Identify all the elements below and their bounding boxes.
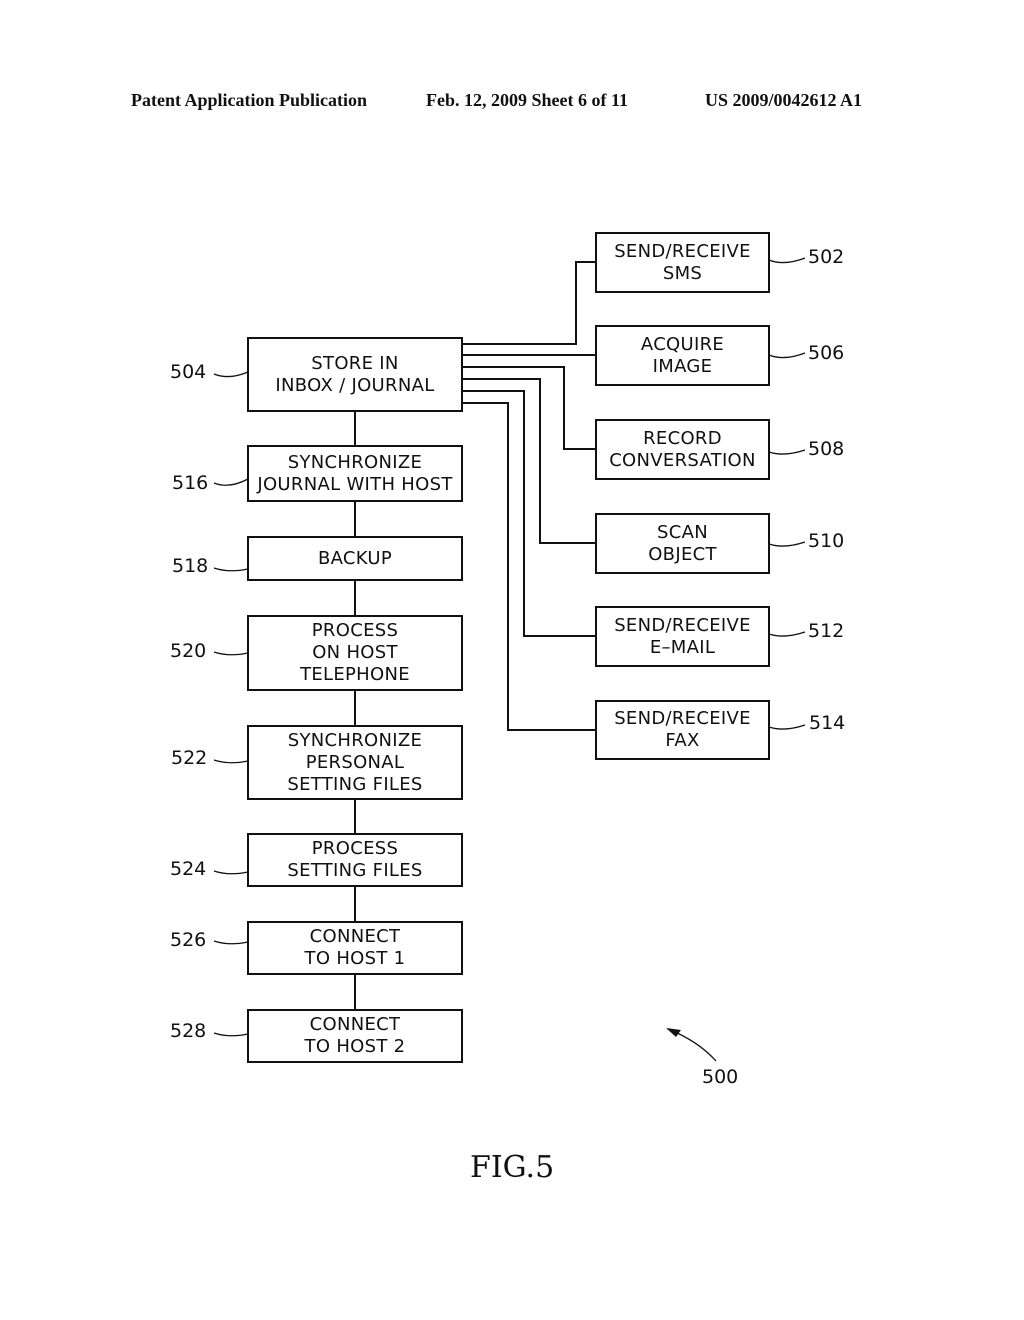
step-box-504: STORE IN INBOX / JOURNAL (247, 337, 463, 412)
leader-504 (213, 371, 249, 378)
leader-520 (213, 651, 249, 656)
ref-520: 520 (170, 640, 207, 662)
leader-506 (768, 352, 806, 359)
leader-518 (213, 567, 249, 572)
step-box-518: BACKUP (247, 536, 463, 581)
ref-514: 514 (809, 712, 846, 734)
leader-508 (768, 449, 806, 455)
connector-504-514 (462, 402, 596, 731)
connector-504-502 (462, 261, 596, 345)
ref-510: 510 (808, 530, 845, 552)
leader-528 (213, 1032, 249, 1037)
function-box-502: SEND/RECEIVE SMS (595, 232, 770, 293)
leader-516 (213, 478, 249, 486)
ref-508: 508 (808, 438, 845, 460)
arrowhead-icon (666, 1028, 681, 1037)
ref-504: 504 (170, 361, 207, 383)
ref-528: 528 (170, 1020, 207, 1042)
step-box-524: PROCESS SETTING FILES (247, 833, 463, 887)
leader-526 (213, 940, 249, 945)
leader-502 (768, 257, 806, 264)
leader-510 (768, 541, 806, 547)
function-box-514: SEND/RECEIVE FAX (595, 700, 770, 760)
connector-504-512 (462, 390, 596, 637)
step-box-522: SYNCHRONIZE PERSONAL SETTING FILES (247, 725, 463, 800)
function-box-508: RECORD CONVERSATION (595, 419, 770, 480)
leader-514 (768, 724, 806, 730)
step-box-516: SYNCHRONIZE JOURNAL WITH HOST (247, 445, 463, 502)
ref-526: 526 (170, 929, 207, 951)
leader-524 (213, 870, 249, 875)
step-box-520: PROCESS ON HOST TELEPHONE (247, 615, 463, 691)
step-box-528: CONNECT TO HOST 2 (247, 1009, 463, 1063)
leader-522 (213, 759, 249, 764)
function-box-510: SCAN OBJECT (595, 513, 770, 574)
figure-ref-number: 500 (702, 1066, 739, 1088)
step-box-526: CONNECT TO HOST 1 (247, 921, 463, 975)
ref-516: 516 (172, 472, 209, 494)
function-box-506: ACQUIRE IMAGE (595, 325, 770, 386)
ref-522: 522 (171, 747, 208, 769)
leader-512 (768, 631, 806, 637)
function-box-512: SEND/RECEIVE E–MAIL (595, 606, 770, 667)
ref-502: 502 (808, 246, 845, 268)
figure-label: FIG.5 (470, 1150, 555, 1185)
flowchart-connectors (213, 257, 806, 1062)
ref-518: 518 (172, 555, 209, 577)
ref-506: 506 (808, 342, 845, 364)
ref-524: 524 (170, 858, 207, 880)
ref-512: 512 (808, 620, 845, 642)
